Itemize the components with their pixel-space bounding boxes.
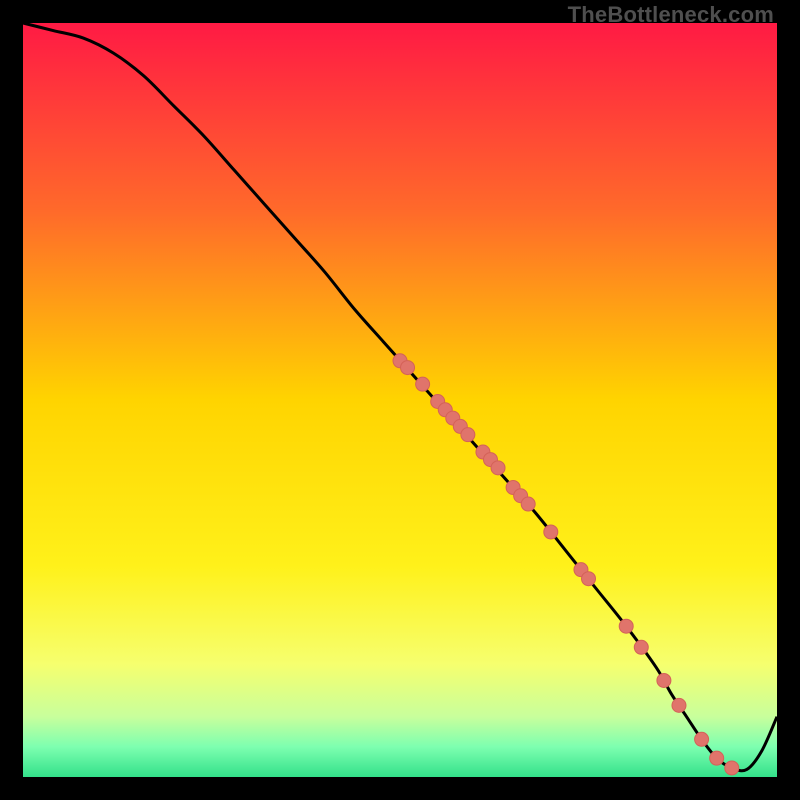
curve-layer (23, 23, 777, 777)
data-point (582, 572, 596, 586)
data-point (634, 640, 648, 654)
data-point (672, 698, 686, 712)
data-point (461, 428, 475, 442)
data-point (521, 497, 535, 511)
data-point (710, 751, 724, 765)
data-point (619, 619, 633, 633)
chart-frame: TheBottleneck.com (0, 0, 800, 800)
data-point (725, 761, 739, 775)
data-point (491, 461, 505, 475)
bottleneck-curve (23, 23, 777, 771)
data-point (416, 377, 430, 391)
data-point (544, 525, 558, 539)
data-point (401, 361, 415, 375)
data-point (657, 673, 671, 687)
watermark-text: TheBottleneck.com (568, 2, 774, 28)
data-point (695, 732, 709, 746)
plot-area (23, 23, 777, 777)
